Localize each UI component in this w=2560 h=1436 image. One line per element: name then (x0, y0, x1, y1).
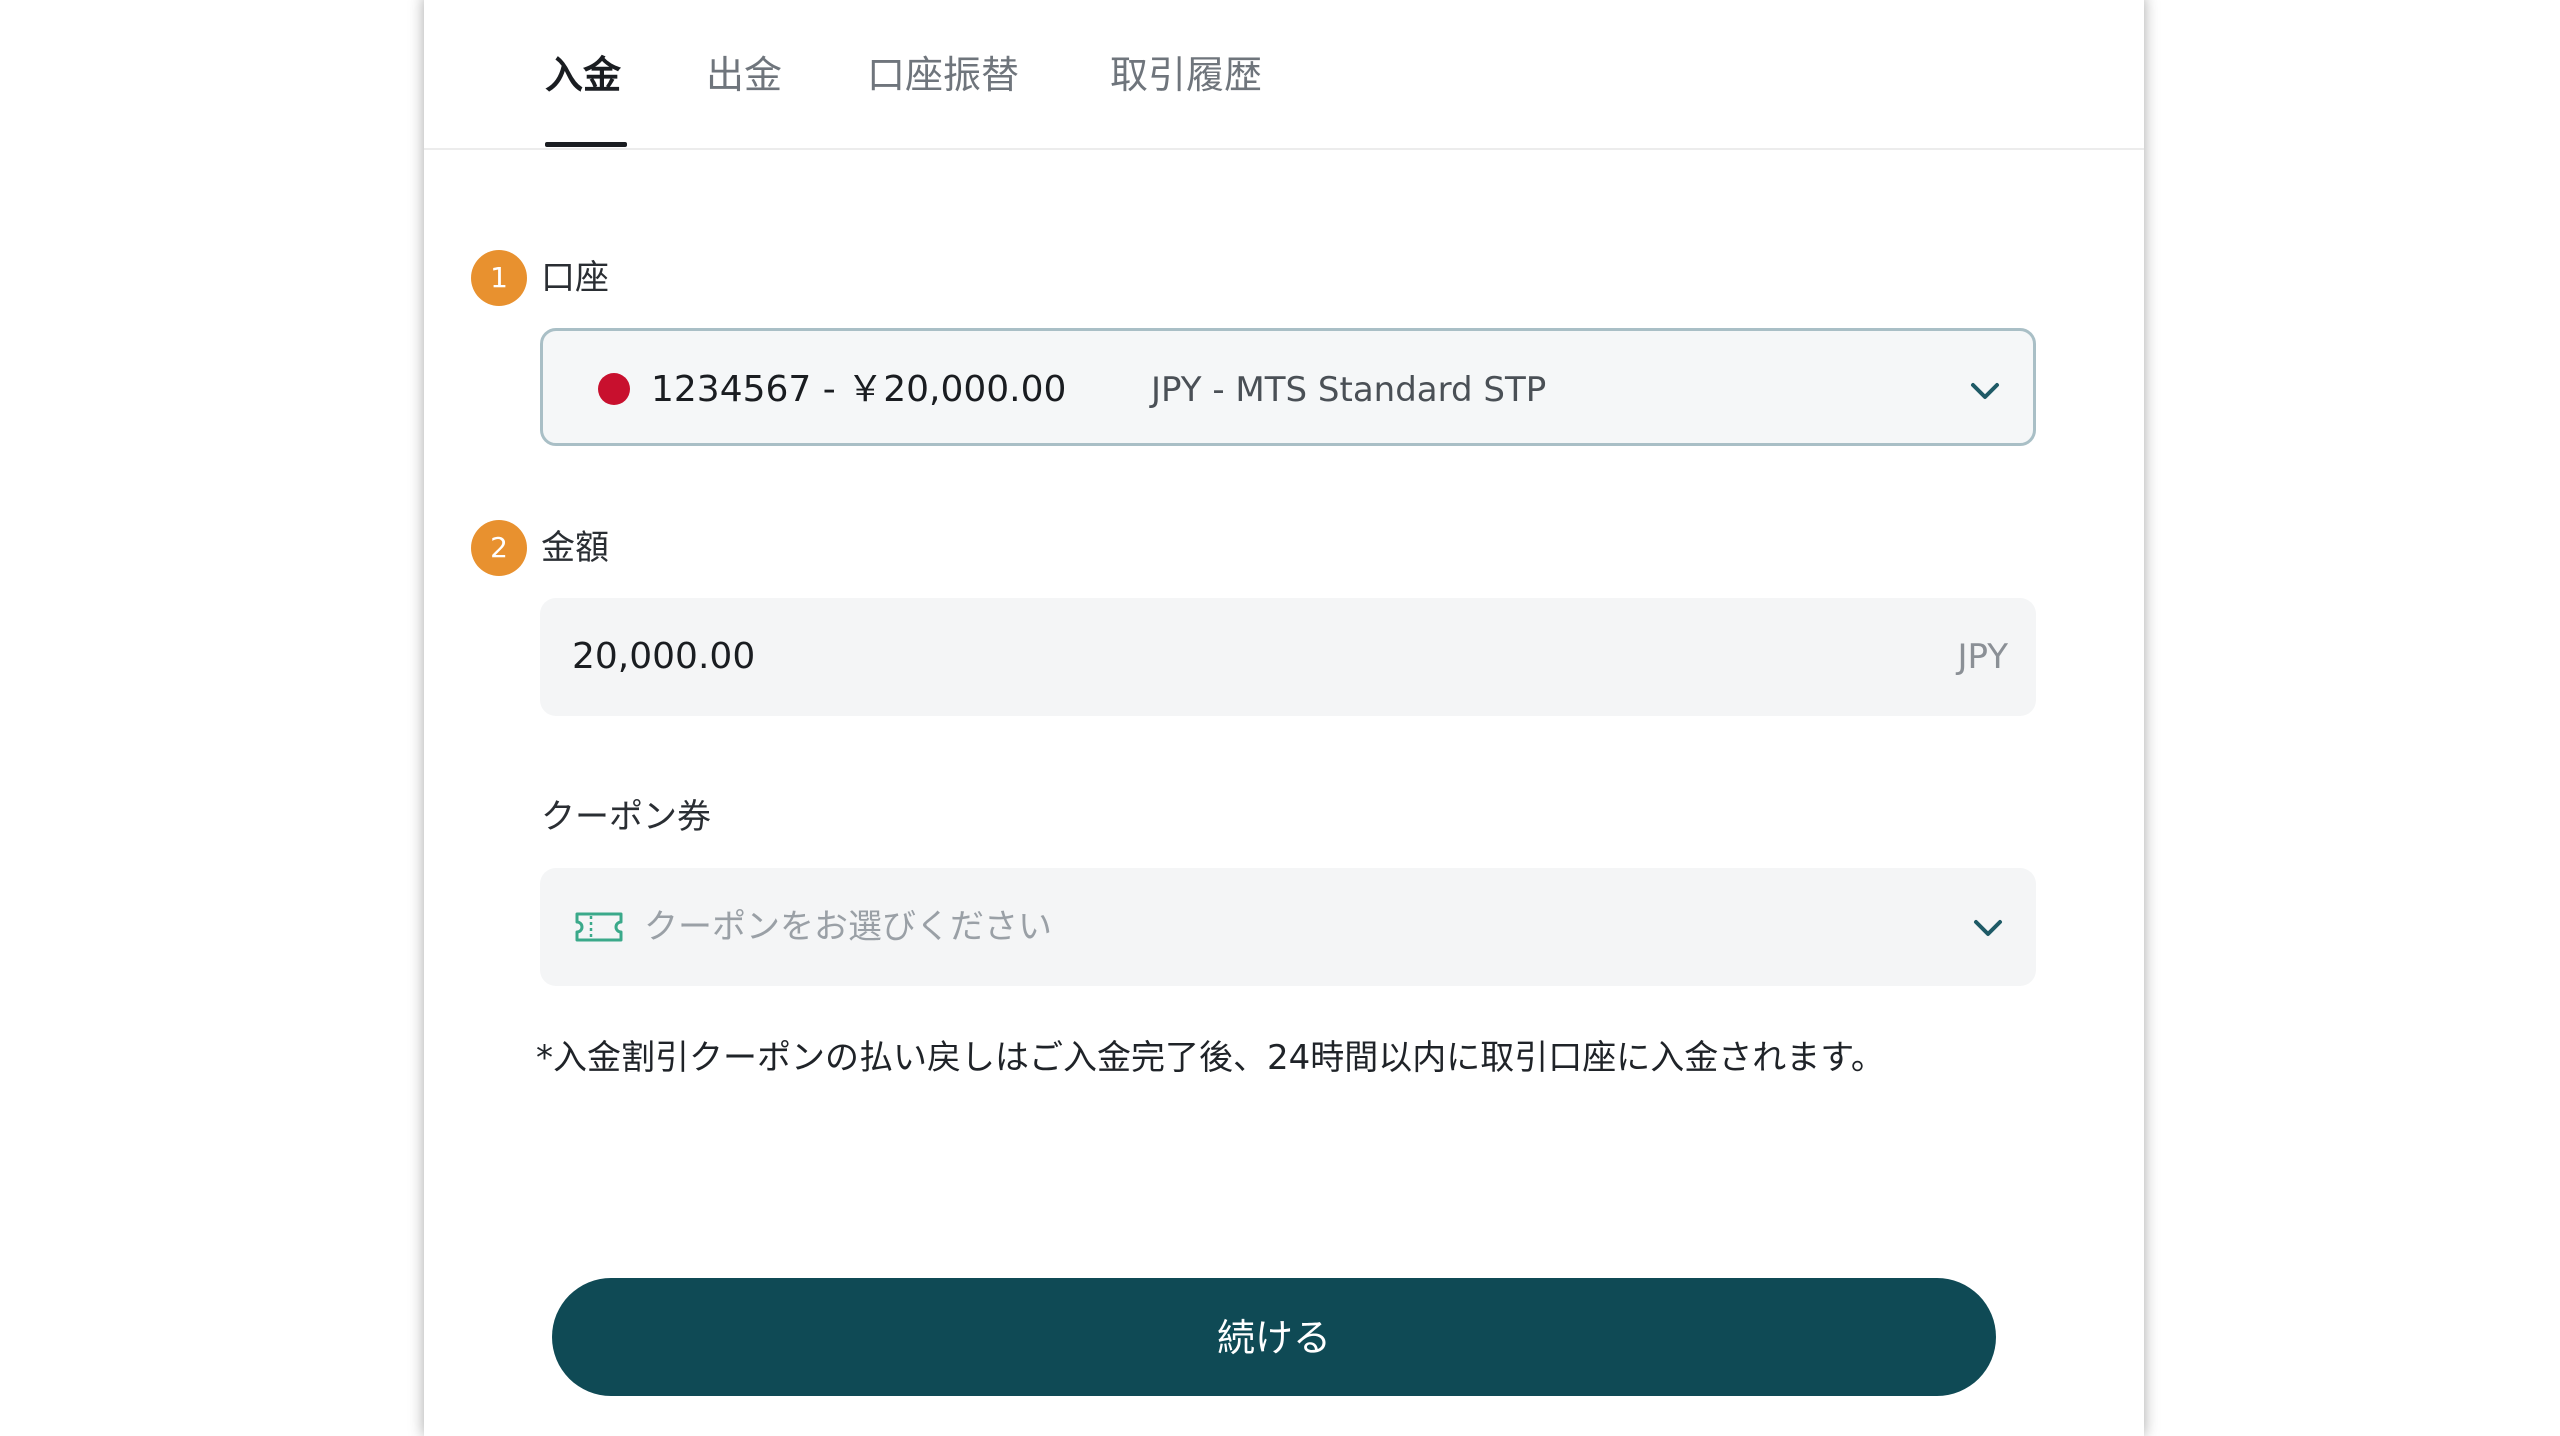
account-select[interactable]: 1234567 - ￥20,000.00 JPY - MTS Standard … (540, 328, 2036, 446)
japan-flag-icon (598, 373, 630, 405)
chevron-down-icon (1974, 920, 2002, 936)
tab-deposit[interactable]: 入金 (545, 50, 621, 100)
step-2-badge: 2 (471, 520, 527, 576)
tab-withdrawal[interactable]: 出金 (706, 50, 782, 100)
coupon-refund-note: *入金割引クーポンの払い戻しはご入金完了後、24時間以内に取引口座に入金されます… (536, 1038, 1885, 1078)
step-1-badge: 1 (471, 250, 527, 306)
amount-input[interactable]: 20,000.00 JPY (540, 598, 2036, 716)
amount-value: 20,000.00 (572, 636, 756, 677)
account-number-balance: 1234567 - ￥20,000.00 (651, 369, 1067, 410)
continue-button[interactable]: 続ける (552, 1278, 1996, 1396)
account-type: JPY - MTS Standard STP (1151, 370, 1547, 410)
deposit-panel: 入金 出金 口座振替 取引履歴 1 口座 1234567 - ￥20,000.0… (424, 0, 2144, 1436)
amount-label: 金額 (541, 528, 609, 568)
ticket-icon (575, 912, 623, 942)
chevron-down-icon (1971, 383, 1999, 399)
tab-account-transfer[interactable]: 口座振替 (867, 50, 1019, 100)
active-tab-indicator (545, 142, 627, 147)
coupon-select[interactable]: クーポンをお選びください (540, 868, 2036, 986)
tab-bar: 入金 出金 口座振替 取引履歴 (424, 0, 2144, 150)
tab-transaction-history[interactable]: 取引履歴 (1110, 50, 1262, 100)
coupon-label: クーポン券 (541, 797, 711, 837)
amount-currency: JPY (1957, 637, 2008, 677)
coupon-placeholder: クーポンをお選びください (644, 907, 1052, 947)
account-label: 口座 (541, 258, 609, 298)
